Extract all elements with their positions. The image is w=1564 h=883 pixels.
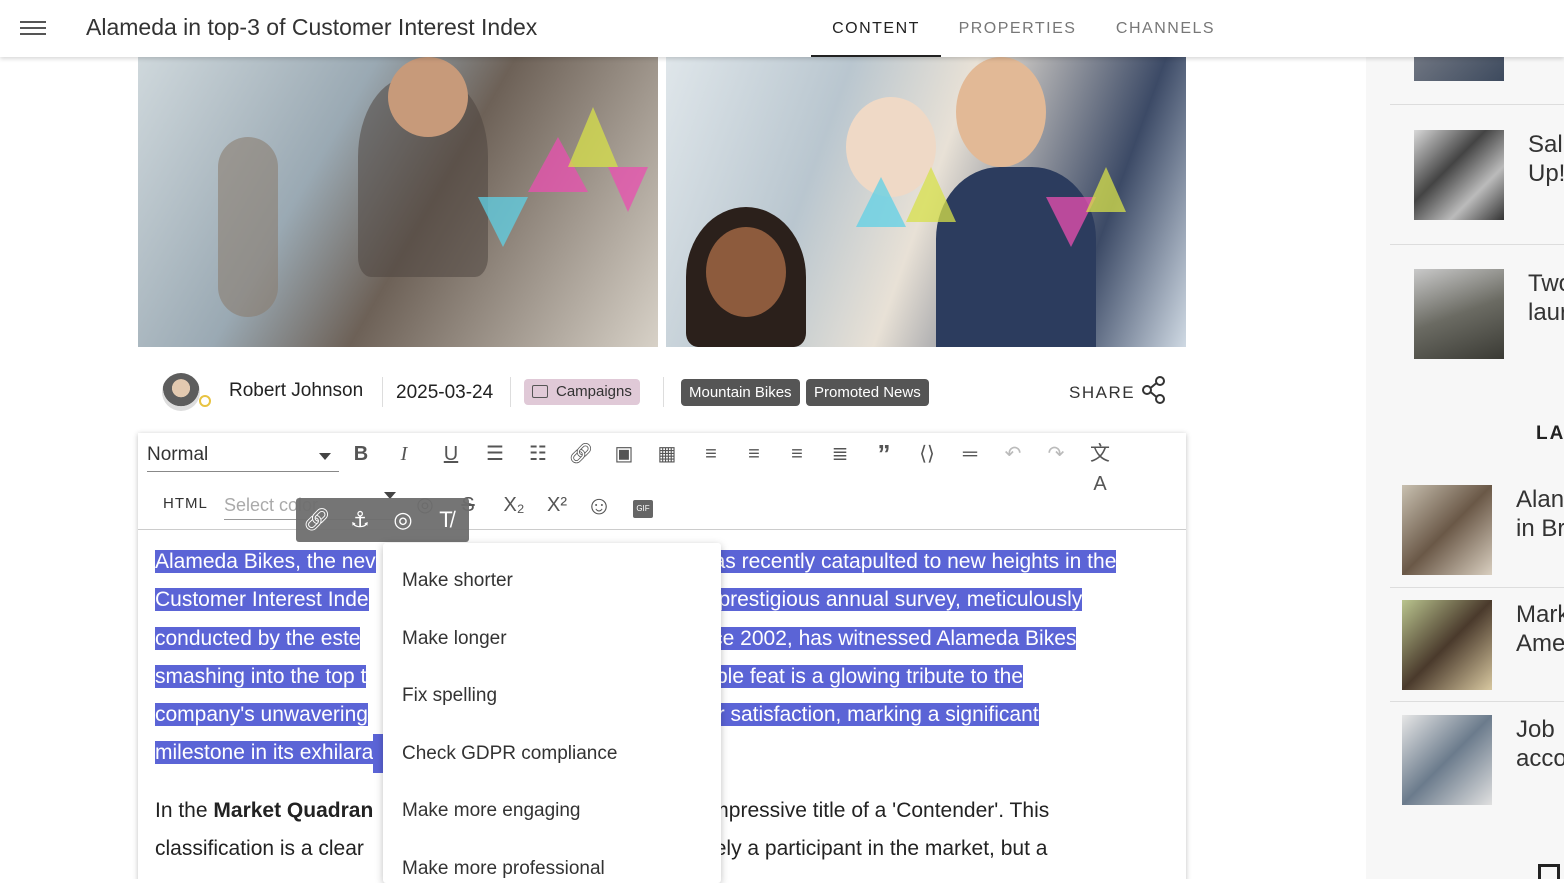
- page-title: Alameda in top-3 of Customer Interest In…: [86, 14, 538, 40]
- article-thumbnail[interactable]: [1402, 600, 1492, 690]
- selected-text[interactable]: er satisfaction, marking a significant: [705, 703, 1039, 727]
- horizontal-rule-icon[interactable]: ═: [955, 439, 985, 469]
- menu-item-make-longer[interactable]: Make longer: [402, 628, 507, 650]
- divider: [1390, 701, 1564, 702]
- translate-icon[interactable]: 文A: [1085, 439, 1115, 495]
- tag-chip[interactable]: Promoted News: [806, 379, 929, 406]
- selected-text[interactable]: smashing into the top t: [155, 664, 367, 688]
- selected-text[interactable]: prestigious annual survey, meticulously: [712, 588, 1083, 612]
- tag-chip[interactable]: Mountain Bikes: [681, 379, 800, 406]
- category-label: Campaigns: [556, 383, 632, 400]
- selected-text[interactable]: Customer Interest Inde: [155, 588, 369, 612]
- share-icon[interactable]: [1139, 375, 1169, 405]
- selected-text[interactable]: Alameda Bikes, the nev: [155, 550, 376, 573]
- article-title: Alan in Br: [1516, 486, 1564, 542]
- ai-actions-menu: Make shorter Make longer Fix spelling Ch…: [383, 543, 721, 883]
- app-header: Alameda in top-3 of Customer Interest In…: [0, 0, 1564, 57]
- gif-icon[interactable]: GIF: [628, 490, 658, 520]
- share-button[interactable]: SHARE: [1069, 383, 1135, 403]
- paragraph-text: mpressive title of a 'Contender'. This: [711, 798, 1050, 822]
- hero-image-businessman-phone: [138, 57, 658, 347]
- qr-code-icon[interactable]: [1538, 864, 1560, 879]
- divider: [663, 377, 664, 407]
- image-icon[interactable]: ▣: [609, 439, 639, 469]
- article-title: Mark Ame: [1516, 601, 1564, 657]
- article-meta: Robert Johnson 2025-03-24 Campaigns Moun…: [138, 367, 1186, 419]
- divider: [382, 377, 383, 407]
- anchor-icon[interactable]: ⚓︎: [345, 505, 375, 535]
- category-chip[interactable]: Campaigns: [524, 379, 640, 405]
- underline-icon[interactable]: U: [436, 439, 466, 469]
- menu-item-check-gdpr[interactable]: Check GDPR compliance: [402, 743, 617, 765]
- publish-date[interactable]: 2025-03-24: [396, 382, 493, 404]
- align-right-icon[interactable]: ≡: [782, 439, 812, 469]
- code-block-icon[interactable]: ⟨⟩: [912, 439, 942, 469]
- html-toggle[interactable]: HTML: [163, 495, 208, 512]
- chevron-down-icon: [319, 453, 331, 460]
- italic-icon[interactable]: I: [389, 439, 419, 469]
- divider: [1390, 587, 1564, 588]
- tab-content[interactable]: CONTENT: [811, 0, 941, 57]
- link-icon[interactable]: 🔗︎: [566, 439, 596, 469]
- article-title: Sal Up!: [1528, 131, 1564, 187]
- table-icon[interactable]: ▦: [652, 439, 682, 469]
- align-left-icon[interactable]: ≡: [696, 439, 726, 469]
- subscript-icon[interactable]: X₂: [499, 490, 529, 520]
- article-title: Twolaur: [1528, 270, 1564, 326]
- align-center-icon[interactable]: ≡: [739, 439, 769, 469]
- selected-text[interactable]: conducted by the este: [155, 626, 361, 650]
- redo-icon[interactable]: ↷: [1041, 439, 1071, 469]
- section-heading: LA: [1536, 423, 1564, 444]
- hero-image-handshake-team: [666, 57, 1186, 347]
- align-justify-icon[interactable]: ≣: [825, 439, 855, 469]
- format-select-value: Normal: [147, 444, 209, 465]
- article-thumbnail[interactable]: [1402, 485, 1492, 575]
- campaign-icon: [532, 385, 548, 398]
- tab-channels[interactable]: CHANNELS: [1103, 0, 1228, 57]
- article-thumbnail[interactable]: [1414, 130, 1504, 220]
- article-thumbnail[interactable]: [1414, 57, 1504, 81]
- divider: [510, 377, 511, 407]
- article-title: Job acco: [1516, 716, 1564, 772]
- emoji-icon[interactable]: ☺: [584, 490, 614, 520]
- selected-text[interactable]: milestone in its exhilara: [155, 741, 374, 765]
- selected-text[interactable]: company's unwavering: [155, 703, 368, 727]
- article-thumbnail[interactable]: [1414, 269, 1504, 359]
- related-sidebar: SalUp! Twolaur LA Alanin Br MarkAme Joba…: [1366, 57, 1564, 879]
- author-avatar[interactable]: [162, 373, 200, 411]
- selected-text[interactable]: nce 2002, has witnessed Alameda Bikes: [700, 626, 1077, 650]
- quote-icon[interactable]: ”: [869, 439, 899, 469]
- article-thumbnail[interactable]: [1402, 715, 1492, 805]
- author-name[interactable]: Robert Johnson: [229, 380, 363, 402]
- clear-format-icon[interactable]: T̸: [431, 505, 461, 535]
- floating-toolbar: 🔗︎ ⚓︎ ◎ T̸: [296, 498, 469, 542]
- bold-icon[interactable]: B: [346, 439, 376, 469]
- bullet-list-icon[interactable]: ☰: [480, 439, 510, 469]
- sidebar-article[interactable]: Job acco: [1390, 707, 1564, 846]
- menu-item-fix-spelling[interactable]: Fix spelling: [402, 685, 497, 707]
- paragraph-text: In the: [155, 798, 214, 822]
- selected-text[interactable]: as recently catapulted to new heights in…: [713, 550, 1117, 573]
- hamburger-menu-icon[interactable]: [20, 17, 46, 39]
- bold-text: Market Quadran: [213, 798, 374, 822]
- ai-assistant-icon[interactable]: ◎: [388, 505, 418, 535]
- status-badge: [199, 395, 211, 407]
- paragraph-text: rely a participant in the market, but a: [707, 837, 1048, 861]
- paragraph-text: classification is a clear: [155, 837, 370, 861]
- undo-icon[interactable]: ↶: [998, 439, 1028, 469]
- link-icon[interactable]: 🔗︎: [302, 505, 332, 535]
- superscript-icon[interactable]: X²: [542, 490, 572, 520]
- menu-item-make-engaging[interactable]: Make more engaging: [402, 800, 581, 822]
- numbered-list-icon[interactable]: ☷: [523, 439, 553, 469]
- menu-item-make-shorter[interactable]: Make shorter: [402, 570, 513, 592]
- selected-text[interactable]: able feat is a glowing tribute to the: [704, 664, 1023, 688]
- sidebar-article[interactable]: Sal Up!: [1390, 105, 1564, 244]
- menu-item-make-professional[interactable]: Make more professional: [402, 858, 605, 880]
- sidebar-article[interactable]: Twolaur: [1390, 245, 1564, 384]
- format-select[interactable]: Normal: [147, 439, 339, 472]
- tab-properties[interactable]: PROPERTIES: [950, 0, 1085, 57]
